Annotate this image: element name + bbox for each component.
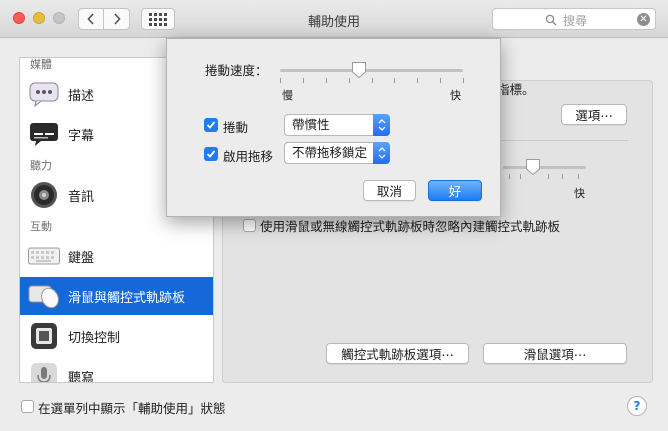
ok-button[interactable]: 好 [428, 180, 482, 201]
slider-tick [394, 78, 395, 83]
section-label-hearing: 聽力 [30, 159, 52, 172]
drag-lock-select[interactable]: 不帶拖移鎖定 [284, 142, 390, 164]
microphone-icon [28, 360, 60, 382]
ignore-trackpad-checkbox[interactable] [243, 219, 256, 232]
sidebar-item-label: 音訊 [68, 189, 95, 205]
keyboard-icon [28, 240, 60, 272]
sidebar-item-dictation[interactable]: 聽寫 [20, 357, 213, 383]
search-icon [545, 14, 557, 26]
double-click-speed-knob[interactable] [525, 158, 541, 176]
sidebar-item-label: 滑鼠與觸控式軌跡板 [68, 290, 186, 306]
sidebar-item-keyboard[interactable]: 鍵盤 [20, 237, 213, 275]
sidebar-item-mouse-trackpad[interactable]: 滑鼠與觸控式軌跡板 [20, 277, 213, 315]
fast-label: 快 [574, 187, 585, 200]
select-arrows-icon [373, 114, 390, 136]
slider-tick [280, 78, 281, 83]
checkmark-icon [206, 121, 216, 129]
enable-drag-label: 啟用拖移 [223, 149, 274, 164]
slider-tick [440, 78, 441, 83]
mouse-trackpad-icon [28, 280, 60, 312]
scroll-speed-track[interactable] [280, 69, 463, 72]
show-in-menubar-checkbox[interactable] [21, 400, 34, 413]
slider-tick [562, 174, 563, 179]
double-click-speed-track[interactable] [503, 166, 586, 169]
clear-search-icon[interactable]: ✕ [637, 13, 650, 26]
search-placeholder: 搜尋 [563, 14, 588, 28]
scrolling-options-sheet: 捲動速度： 慢 快 捲動 帶慣性 啟用拖移 不帶拖移鎖定 取消 好 [166, 38, 501, 217]
slider-tick [520, 174, 521, 179]
pointer-text: 指標。 [497, 82, 535, 97]
divider [502, 140, 628, 141]
scroll-label: 捲動 [223, 120, 249, 135]
sidebar-item-label: 描述 [68, 88, 95, 104]
trackpad-options-button[interactable]: 觸控式軌跡板選項⋯ [326, 343, 469, 364]
sidebar-item-switch-control[interactable]: 切換控制 [20, 317, 213, 355]
slider-tick [303, 78, 304, 83]
switch-control-icon [28, 320, 60, 352]
mouse-options-button[interactable]: 滑鼠選項⋯ [483, 343, 627, 364]
sidebar-item-label: 鍵盤 [68, 250, 95, 266]
slow-label: 慢 [282, 89, 293, 102]
captions-icon [28, 118, 60, 150]
section-label-media: 媒體 [30, 58, 52, 71]
slider-tick [548, 174, 549, 179]
slider-tick [509, 174, 510, 179]
enable-drag-checkbox[interactable] [204, 147, 218, 161]
slider-tick [372, 78, 373, 83]
select-arrows-icon [373, 142, 390, 164]
slider-tick [326, 78, 327, 83]
scroll-checkbox[interactable] [204, 118, 218, 132]
sidebar-item-label: 字幕 [68, 128, 95, 144]
slider-tick [578, 174, 579, 179]
sidebar-item-label: 切換控制 [68, 330, 121, 346]
drag-lock-value: 不帶拖移鎖定 [292, 145, 368, 160]
checkmark-icon [206, 150, 216, 158]
title-bar: 輔助使用 搜尋 ✕ [0, 0, 668, 38]
scroll-inertia-value: 帶慣性 [292, 117, 330, 132]
speaker-icon [28, 179, 60, 211]
slider-tick [417, 78, 418, 83]
options-button[interactable]: 選項⋯ [561, 104, 627, 125]
search-field[interactable]: 搜尋 ✕ [492, 8, 656, 30]
sidebar-item-label: 聽寫 [68, 370, 95, 383]
cancel-button[interactable]: 取消 [363, 180, 416, 201]
scroll-speed-knob[interactable] [351, 61, 367, 79]
fast-label: 快 [450, 89, 461, 102]
section-label-interaction: 互動 [30, 220, 52, 233]
scroll-speed-label: 捲動速度： [205, 63, 268, 78]
help-button[interactable]: ? [627, 396, 647, 416]
ignore-trackpad-label: 使用滑鼠或無線觸控式軌跡板時忽略內建觸控式軌跡板 [260, 219, 561, 234]
slider-tick [463, 78, 464, 83]
show-in-menubar-label: 在選單列中顯示「輔助使用」狀態 [38, 401, 226, 416]
speech-bubble-icon [28, 78, 60, 110]
scroll-inertia-select[interactable]: 帶慣性 [284, 114, 390, 136]
